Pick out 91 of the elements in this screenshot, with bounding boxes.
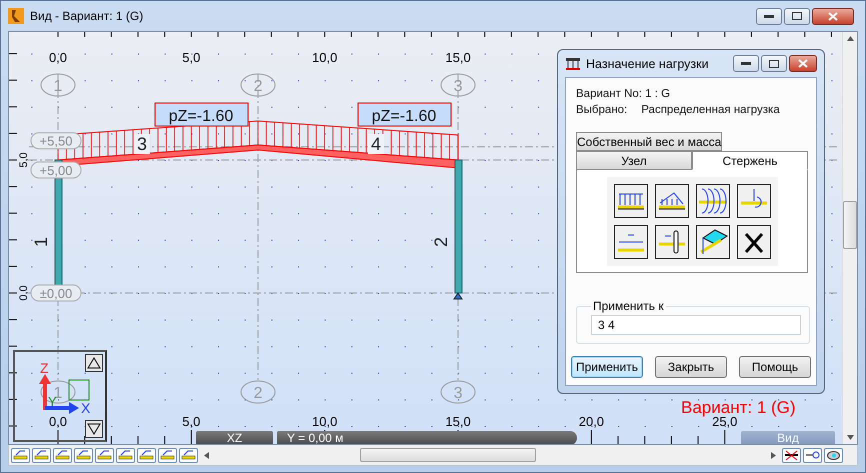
member-number: 2 (431, 237, 451, 247)
member-number: 3 (137, 134, 148, 154)
apply-to-label: Применить к (592, 299, 665, 313)
rotate-up-button[interactable] (85, 354, 103, 372)
delete-button[interactable] (736, 224, 770, 258)
scroll-thumb[interactable] (843, 201, 857, 249)
axis-label: 5,0 (18, 152, 30, 168)
grid-axis-marker: 3 (440, 380, 476, 404)
level-marker: +5,00 (30, 162, 82, 178)
axis-label: 5,0 (182, 414, 200, 429)
crossed-line-icon (784, 450, 799, 460)
grid-axis-marker: 2 (240, 380, 276, 404)
close-button[interactable] (812, 8, 854, 24)
axis-letter: Y (48, 394, 57, 409)
local-axes-button[interactable] (116, 448, 135, 462)
plane-square-icon (68, 380, 90, 400)
axis-label: 0,0 (18, 285, 30, 301)
rotate-down-button[interactable] (85, 420, 103, 438)
axis-label: 5,0 (182, 50, 200, 65)
selected-value: Распределенная нагрузка (641, 103, 780, 118)
window-title: Вид - Вариант: 1 (G) (30, 9, 144, 23)
dimension-button[interactable] (158, 448, 177, 462)
scroll-down-icon[interactable] (846, 435, 854, 440)
axis-label: 10,0 (312, 50, 338, 65)
view-plane-label: XZ (196, 431, 273, 444)
maximize-button[interactable] (761, 55, 787, 72)
minimize-button[interactable] (733, 55, 759, 72)
variant-caption: Вариант: 1 (G) (681, 398, 796, 417)
load-icon (565, 56, 581, 70)
dialog-title: Назначение нагрузки (586, 56, 710, 70)
app-logo-icon (8, 8, 24, 24)
maximize-button[interactable] (784, 8, 810, 24)
maximize-icon (769, 60, 779, 68)
member-number: 1 (31, 237, 51, 247)
level-marker: +5,50 (30, 132, 82, 150)
hide-button[interactable] (782, 448, 801, 462)
thermometer-button[interactable] (654, 224, 688, 258)
scroll-right-icon[interactable] (771, 452, 776, 458)
selected-label: Выбрано: (576, 103, 628, 118)
maximize-icon (792, 12, 802, 20)
axis-label: 0,0 (48, 414, 68, 429)
axis-label: 20,0 (578, 414, 604, 429)
close-icon (798, 59, 808, 68)
uniform-load-button[interactable] (614, 184, 648, 218)
minimize-icon (764, 14, 774, 18)
dialog-button[interactable]: Закрыть (655, 356, 727, 378)
apply-to-field[interactable]: 3 4 (591, 315, 801, 335)
scroll-up-icon[interactable] (846, 36, 854, 41)
plate-load-button[interactable] (696, 224, 730, 258)
axis-letter: Z (40, 360, 49, 376)
dialog-button[interactable]: Применить (571, 356, 643, 378)
grid-axis-marker: 3 (440, 74, 476, 96)
close-button[interactable] (789, 55, 817, 72)
line-circle-icon (805, 450, 820, 460)
dialog-tab[interactable]: Собственный вес и масса (576, 132, 722, 151)
dialog-button[interactable]: Помощь (739, 356, 811, 378)
minimize-icon (741, 62, 751, 65)
axis-label: 15,0 (445, 414, 471, 429)
section-button[interactable] (95, 448, 114, 462)
trapezoid-load-button[interactable] (654, 184, 688, 218)
minimize-button[interactable] (756, 8, 782, 24)
vertical-scrollbar[interactable] (842, 32, 857, 444)
variant-text: Вариант No: 1 : G (576, 87, 670, 102)
moment-load-button[interactable] (696, 184, 730, 218)
support-button[interactable] (74, 448, 93, 462)
horizontal-scrollbar[interactable] (204, 447, 776, 463)
point-moment-button[interactable] (736, 184, 770, 218)
axis-label: 0,0 (48, 50, 68, 65)
axis-letter: X (81, 400, 90, 416)
link-button[interactable] (803, 448, 822, 462)
close-icon (828, 12, 838, 20)
level-marker: ±0,00 (30, 284, 82, 302)
load-value-label: pZ=-1.60 (358, 102, 452, 126)
axis-label: 10,0 (312, 414, 338, 429)
axis-label: 15,0 (445, 50, 471, 65)
dialog-tab[interactable]: Стержень (692, 151, 808, 170)
coordinate-label: Y = 0,00 м (277, 431, 577, 444)
node-number-button[interactable] (11, 448, 30, 462)
plate-button[interactable] (137, 448, 156, 462)
eye-icon (826, 450, 841, 460)
drawing-canvas[interactable] (9, 32, 842, 444)
dialog-tab[interactable]: Узел (576, 151, 692, 170)
scroll-left-icon[interactable] (204, 452, 209, 458)
values-button[interactable] (179, 448, 198, 462)
load-value-label: pZ=-1.60 (154, 102, 248, 126)
member-number: 4 (371, 134, 382, 154)
eye-button[interactable] (824, 448, 843, 462)
length-load-button[interactable] (614, 224, 648, 258)
member-number-button[interactable] (32, 448, 51, 462)
axis-label: 25,0 (712, 414, 738, 429)
plate-number-button[interactable] (53, 448, 72, 462)
